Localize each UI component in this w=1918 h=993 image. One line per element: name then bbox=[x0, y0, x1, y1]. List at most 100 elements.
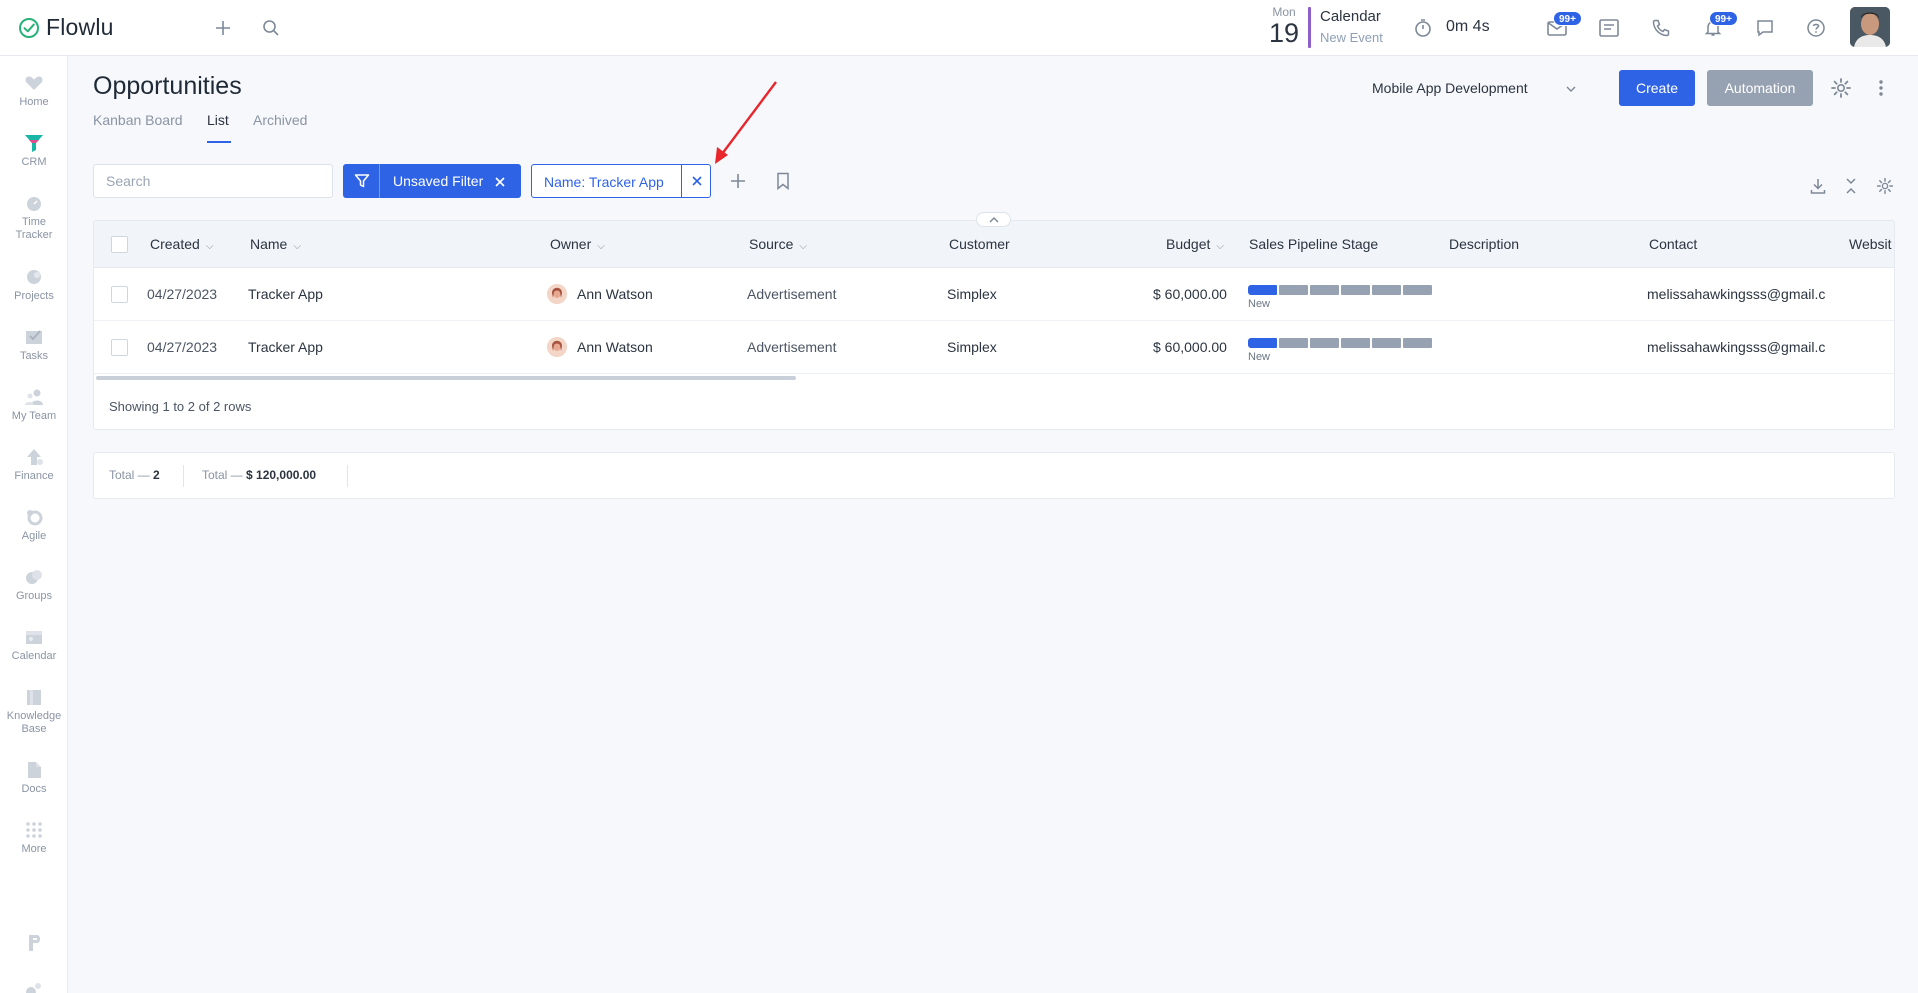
cell-source: Advertisement bbox=[747, 286, 837, 302]
bookmark-icon[interactable] bbox=[771, 169, 795, 193]
chevron-down-icon: ⌵ bbox=[293, 241, 301, 252]
rows-info: Showing 1 to 2 of 2 rows bbox=[109, 399, 252, 414]
add-icon[interactable] bbox=[211, 16, 235, 40]
column-website[interactable]: Websit bbox=[1849, 236, 1892, 252]
row-checkbox[interactable] bbox=[111, 339, 128, 356]
stopwatch-icon[interactable] bbox=[1411, 16, 1435, 40]
column-budget[interactable]: Budget ⌵ bbox=[1166, 236, 1224, 252]
horizontal-scrollbar[interactable] bbox=[96, 376, 796, 380]
column-owner[interactable]: Owner ⌵ bbox=[550, 236, 605, 252]
collapse-toggle[interactable] bbox=[976, 212, 1011, 227]
cell-budget: $ 60,000.00 bbox=[1153, 286, 1227, 302]
sidebar-extra[interactable] bbox=[0, 978, 68, 993]
filter-chip-name[interactable]: Name: Tracker App bbox=[531, 164, 711, 198]
calendar-title[interactable]: Calendar bbox=[1320, 8, 1381, 25]
sidebar-pin[interactable] bbox=[0, 932, 68, 954]
cell-name[interactable]: Tracker App bbox=[248, 339, 323, 355]
cell-contact[interactable]: melissahawkingsss@gmail.c bbox=[1647, 286, 1825, 302]
cell-customer[interactable]: Simplex bbox=[947, 286, 997, 302]
table-settings-icon[interactable] bbox=[1873, 174, 1897, 198]
new-event-link[interactable]: New Event bbox=[1320, 30, 1383, 45]
sidebar-item-docs[interactable]: Docs bbox=[0, 759, 68, 796]
table-row[interactable]: 04/27/2023 Tracker App Ann Watson Advert… bbox=[94, 321, 1894, 374]
column-customer[interactable]: Customer bbox=[949, 236, 1010, 252]
notes-icon[interactable] bbox=[1597, 16, 1621, 40]
sidebar-item-home[interactable]: Home bbox=[0, 72, 68, 109]
totals-bar: Total — 2 Total — $ 120,000.00 bbox=[93, 452, 1895, 499]
sidebar-item-projects[interactable]: Projects bbox=[0, 266, 68, 303]
sidebar-item-time-tracker[interactable]: Time Tracker bbox=[0, 192, 68, 242]
column-sales-pipeline-stage[interactable]: Sales Pipeline Stage bbox=[1249, 236, 1378, 252]
flowlu-logo[interactable]: Flowlu bbox=[18, 14, 114, 41]
create-button[interactable]: Create bbox=[1619, 70, 1695, 106]
select-all-checkbox[interactable] bbox=[111, 236, 128, 253]
total-count-value: 2 bbox=[153, 468, 160, 482]
row-checkbox[interactable] bbox=[111, 286, 128, 303]
cell-name[interactable]: Tracker App bbox=[248, 286, 323, 302]
chat-icon[interactable] bbox=[1753, 16, 1777, 40]
column-label: Contact bbox=[1649, 236, 1698, 252]
pipeline-select-value: Mobile App Development bbox=[1372, 80, 1528, 96]
column-label: Created bbox=[150, 236, 200, 252]
settings-gear-icon[interactable] bbox=[1829, 76, 1853, 100]
add-filter-icon[interactable] bbox=[726, 169, 750, 193]
sidebar-item-label: Finance bbox=[14, 470, 54, 482]
close-icon bbox=[691, 176, 702, 186]
user-avatar[interactable] bbox=[1850, 7, 1890, 47]
sidebar-item-calendar[interactable]: Calendar bbox=[0, 626, 68, 663]
cell-owner[interactable]: Ann Watson bbox=[577, 339, 653, 355]
sidebar-item-finance[interactable]: Finance bbox=[0, 446, 68, 483]
column-name[interactable]: Name ⌵ bbox=[250, 236, 301, 252]
unsaved-filter-button[interactable]: Unsaved Filter bbox=[343, 164, 521, 198]
stage-progress-bar[interactable] bbox=[1248, 338, 1432, 348]
phone-icon[interactable] bbox=[1649, 16, 1673, 40]
more-vertical-icon[interactable] bbox=[1869, 76, 1893, 100]
date-day-of-week: Mon bbox=[1272, 5, 1296, 19]
sidebar-item-agile[interactable]: Agile bbox=[0, 506, 68, 543]
pipeline-select[interactable]: Mobile App Development bbox=[1372, 80, 1576, 96]
tab-list[interactable]: List bbox=[207, 112, 229, 128]
chevron-down-icon: ⌵ bbox=[799, 241, 807, 252]
top-bar: Flowlu Mon 19 Calendar New Event 0m 4s 9… bbox=[0, 0, 1918, 56]
automation-button[interactable]: Automation bbox=[1707, 70, 1813, 106]
tab-archived[interactable]: Archived bbox=[253, 112, 307, 128]
column-contact[interactable]: Contact bbox=[1649, 236, 1697, 252]
cell-contact[interactable]: melissahawkingsss@gmail.c bbox=[1647, 339, 1825, 355]
column-description[interactable]: Description bbox=[1449, 236, 1519, 252]
timer-display[interactable]: 0m 4s bbox=[1446, 18, 1490, 36]
collapse-rows-icon[interactable] bbox=[1839, 174, 1863, 198]
search-input[interactable] bbox=[93, 164, 333, 198]
cell-created: 04/27/2023 bbox=[147, 286, 218, 302]
cell-source: Advertisement bbox=[747, 339, 837, 355]
help-icon[interactable] bbox=[1804, 16, 1828, 40]
sidebar-item-knowledge-base[interactable]: Knowledge Base bbox=[0, 686, 68, 736]
sidebar-item-my-team[interactable]: My Team bbox=[0, 386, 68, 423]
funnel-icon bbox=[25, 135, 43, 152]
column-label: Budget bbox=[1166, 236, 1211, 252]
stage-label: New bbox=[1248, 298, 1271, 310]
sidebar-item-tasks[interactable]: Tasks bbox=[0, 326, 68, 363]
search-icon[interactable] bbox=[259, 16, 283, 40]
tab-kanban-board[interactable]: Kanban Board bbox=[93, 112, 183, 128]
sidebar-item-crm[interactable]: CRM bbox=[0, 132, 68, 169]
cell-owner[interactable]: Ann Watson bbox=[577, 286, 653, 302]
remove-chip-button[interactable] bbox=[682, 165, 711, 197]
sidebar-item-groups[interactable]: Groups bbox=[0, 566, 68, 603]
cell-customer[interactable]: Simplex bbox=[947, 339, 997, 355]
sidebar-item-more[interactable]: More bbox=[0, 819, 68, 856]
apps-icon bbox=[26, 983, 41, 993]
unsaved-filter-label: Unsaved Filter bbox=[393, 173, 484, 189]
chevron-down-icon: ⌵ bbox=[1216, 241, 1224, 252]
clock-icon bbox=[27, 197, 41, 211]
column-created[interactable]: Created ⌵ bbox=[150, 236, 213, 252]
clear-filter-icon[interactable] bbox=[495, 177, 505, 187]
column-source[interactable]: Source ⌵ bbox=[749, 236, 807, 252]
download-icon[interactable] bbox=[1806, 174, 1830, 198]
stage-progress-bar[interactable] bbox=[1248, 285, 1432, 295]
table-row[interactable]: 04/27/2023 Tracker App Ann Watson Advert… bbox=[94, 268, 1894, 321]
filter-divider bbox=[379, 164, 380, 198]
column-label: Websit bbox=[1849, 236, 1892, 252]
calendar-date[interactable]: Mon 19 bbox=[1262, 5, 1306, 47]
logo-text: Flowlu bbox=[46, 14, 114, 40]
chevron-down-icon bbox=[1566, 86, 1576, 93]
